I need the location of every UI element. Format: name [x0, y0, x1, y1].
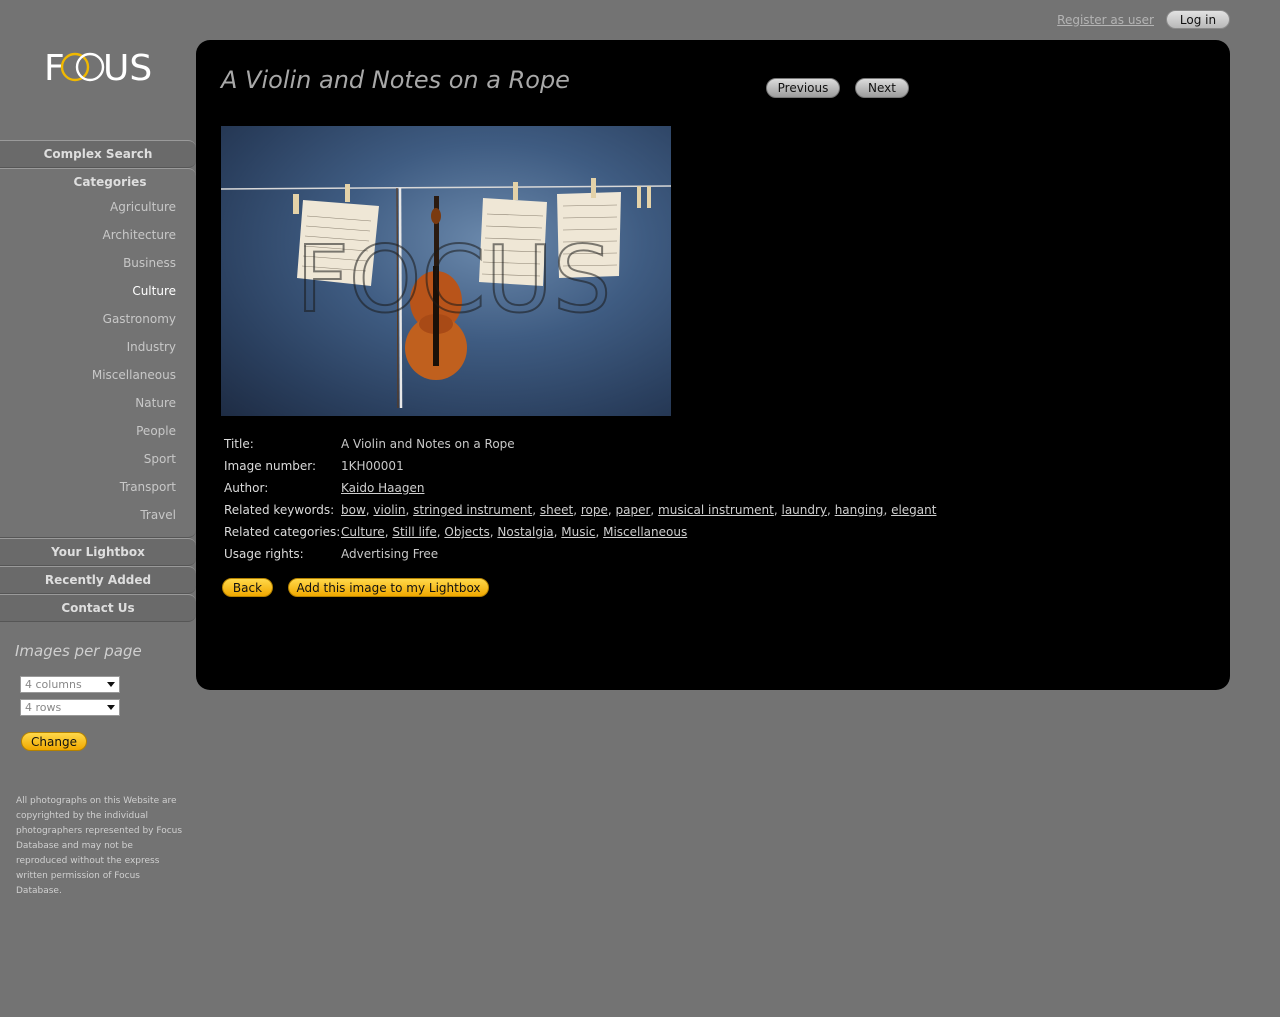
image-number-label: Image number:	[224, 459, 317, 473]
related-category-link[interactable]: Objects	[444, 525, 489, 539]
svg-text:US: US	[103, 48, 152, 86]
keyword-list: bow, violin, stringed instrument, sheet,…	[341, 503, 937, 517]
author-link[interactable]: Kaido Haagen	[341, 481, 424, 495]
keyword-link[interactable]: elegant	[891, 503, 936, 517]
previous-button[interactable]: Previous	[766, 78, 840, 98]
keyword-link[interactable]: paper	[615, 503, 650, 517]
info-row-number: Image number: 1KH00001	[224, 455, 936, 477]
info-row-author: Author: Kaido Haagen	[224, 477, 936, 499]
title-label: Title:	[224, 437, 254, 451]
category-item-miscellaneous[interactable]: Miscellaneous	[0, 361, 196, 389]
category-item-architecture[interactable]: Architecture	[0, 221, 196, 249]
related-category-link[interactable]: Music	[561, 525, 595, 539]
related-category-list: Culture, Still life, Objects, Nostalgia,…	[341, 525, 688, 539]
category-item-agriculture[interactable]: Agriculture	[0, 193, 196, 221]
image-number-value: 1KH00001	[341, 459, 404, 473]
main-panel: A Violin and Notes on a Rope Previous Ne…	[196, 40, 1230, 690]
keyword-link[interactable]: bow	[341, 503, 366, 517]
keyword-link[interactable]: sheet	[540, 503, 573, 517]
keyword-link[interactable]: musical instrument	[658, 503, 774, 517]
keywords-label: Related keywords:	[224, 503, 335, 517]
recently-added-link[interactable]: Recently Added	[0, 566, 196, 594]
title-value: A Violin and Notes on a Rope	[341, 437, 515, 451]
rows-select[interactable]: 4 rows	[20, 699, 120, 716]
category-item-sport[interactable]: Sport	[0, 445, 196, 473]
category-list: Agriculture Architecture Business Cultur…	[0, 193, 196, 529]
copyright-notice: All photographs on this Website are copy…	[16, 796, 183, 896]
category-item-industry[interactable]: Industry	[0, 333, 196, 361]
info-row-usage: Usage rights: Advertising Free	[224, 543, 936, 565]
category-item-gastronomy[interactable]: Gastronomy	[0, 305, 196, 333]
next-button[interactable]: Next	[855, 78, 909, 98]
chevron-down-icon	[107, 682, 115, 687]
photo-illustration: FOCUS	[221, 178, 671, 409]
your-lightbox-link[interactable]: Your Lightbox	[0, 538, 196, 566]
chevron-down-icon	[107, 705, 115, 710]
info-row-categories: Related categories: Culture, Still life,…	[224, 521, 936, 543]
rows-select-value: 4 rows	[25, 701, 62, 714]
change-button[interactable]: Change	[21, 732, 87, 751]
related-category-link[interactable]: Still life	[392, 525, 436, 539]
related-category-link[interactable]: Culture	[341, 525, 385, 539]
page-title: A Violin and Notes on a Rope	[221, 66, 570, 94]
related-category-link[interactable]: Nostalgia	[497, 525, 553, 539]
sidebar: Complex Search Categories Agriculture Ar…	[0, 140, 196, 622]
focus-logo[interactable]: F US	[44, 46, 154, 89]
columns-select-value: 4 columns	[25, 678, 82, 691]
main-photo: FOCUS	[221, 126, 671, 416]
images-per-page-title: Images per page	[15, 642, 142, 660]
image-info: Title: A Violin and Notes on a Rope Imag…	[224, 433, 936, 565]
category-item-nature[interactable]: Nature	[0, 389, 196, 417]
contact-us-link[interactable]: Contact Us	[0, 594, 196, 622]
columns-select[interactable]: 4 columns	[20, 676, 120, 693]
category-item-people[interactable]: People	[0, 417, 196, 445]
info-row-keywords: Related keywords: bow, violin, stringed …	[224, 499, 936, 521]
category-item-business[interactable]: Business	[0, 249, 196, 277]
categories-panel: Categories Agriculture Architecture Busi…	[0, 168, 196, 538]
categories-title: Categories	[73, 175, 147, 189]
keyword-link[interactable]: laundry	[781, 503, 827, 517]
back-button[interactable]: Back	[222, 578, 273, 597]
complex-search-link[interactable]: Complex Search	[0, 140, 196, 168]
keyword-link[interactable]: stringed instrument	[413, 503, 532, 517]
category-item-transport[interactable]: Transport	[0, 473, 196, 501]
usage-rights-value: Advertising Free	[341, 547, 439, 561]
keyword-link[interactable]: violin	[373, 503, 405, 517]
add-to-lightbox-button[interactable]: Add this image to my Lightbox	[288, 578, 489, 597]
category-item-travel[interactable]: Travel	[0, 501, 196, 529]
usage-rights-label: Usage rights:	[224, 547, 304, 561]
related-category-link[interactable]: Miscellaneous	[603, 525, 687, 539]
top-links: Register as user Log in	[1057, 10, 1230, 29]
photo-watermark: FOCUS	[296, 226, 611, 333]
keyword-link[interactable]: rope	[581, 503, 608, 517]
focus-logo-mark: F US	[44, 48, 152, 89]
related-categories-label: Related categories:	[224, 525, 341, 539]
keyword-link[interactable]: hanging	[835, 503, 884, 517]
login-button[interactable]: Log in	[1166, 10, 1230, 29]
register-link[interactable]: Register as user	[1057, 13, 1154, 27]
category-item-culture[interactable]: Culture	[0, 277, 196, 305]
author-label: Author:	[224, 481, 269, 495]
info-row-title: Title: A Violin and Notes on a Rope	[224, 433, 936, 455]
